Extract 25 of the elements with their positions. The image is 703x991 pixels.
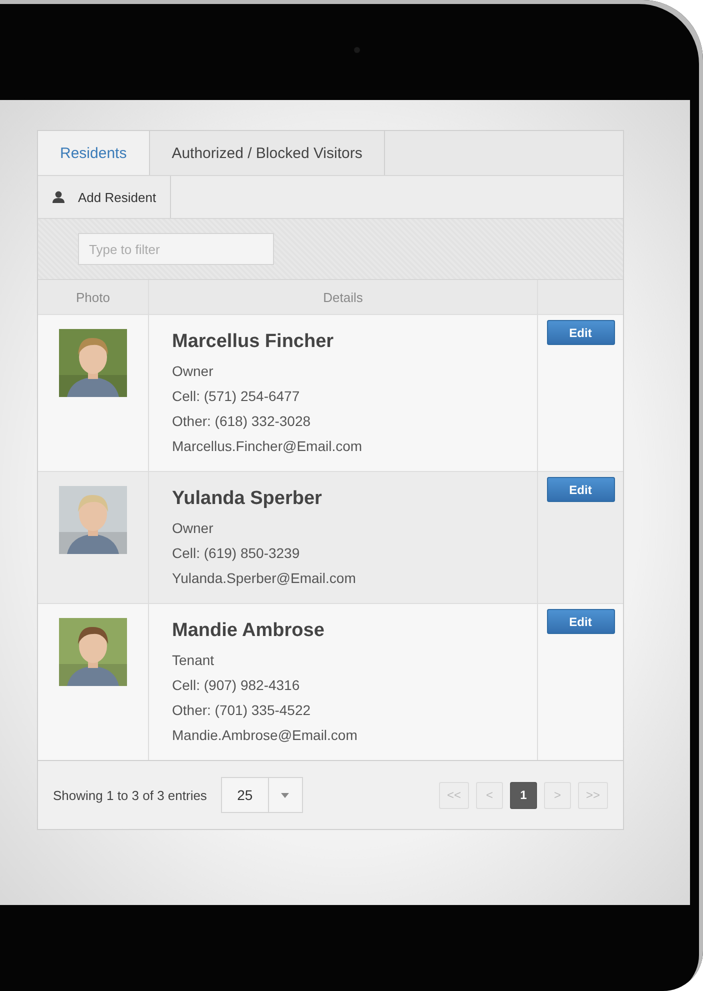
resident-name: Marcellus Fincher: [172, 331, 335, 353]
contact-detail: Cell: (619) 850-3239: [172, 544, 301, 563]
resident-role: Tenant: [172, 651, 216, 670]
caret-icon: [281, 792, 290, 798]
tab[interactable]: Residents: [38, 131, 150, 175]
entries-info: Showing 1 to 3 of 3 entries: [53, 788, 207, 802]
contact-detail: Cell: (907) 982-4316: [172, 676, 301, 695]
resident-role: Owner: [172, 519, 214, 538]
edit-button[interactable]: Edit: [546, 477, 614, 502]
resident-name: Yulanda Sperber: [172, 488, 323, 510]
resident-name: Mandie Ambrose: [172, 620, 326, 642]
page-size-select[interactable]: 25: [220, 777, 303, 813]
contact-detail: Other: (618) 332-3028: [172, 412, 312, 431]
contact-detail: Mandie.Ambrose@Email.com: [172, 726, 358, 745]
contact-detail: Marcellus.Fincher@Email.com: [172, 437, 364, 456]
edit-button[interactable]: Edit: [546, 320, 614, 345]
filter-field[interactable]: Type to filter: [78, 233, 274, 265]
tab[interactable]: Authorized / Blocked Visitors: [150, 131, 386, 175]
contact-detail: Yulanda.Sperber@Email.com: [172, 569, 357, 588]
edit-button[interactable]: Edit: [546, 609, 614, 634]
resident-role: Owner: [172, 362, 214, 381]
contact-detail: Other: (701) 335-4522: [172, 701, 312, 720]
person-icon: [52, 191, 65, 203]
pagination-button[interactable]: 1: [510, 782, 537, 808]
contact-detail: Cell: (571) 254-6477: [172, 387, 301, 406]
